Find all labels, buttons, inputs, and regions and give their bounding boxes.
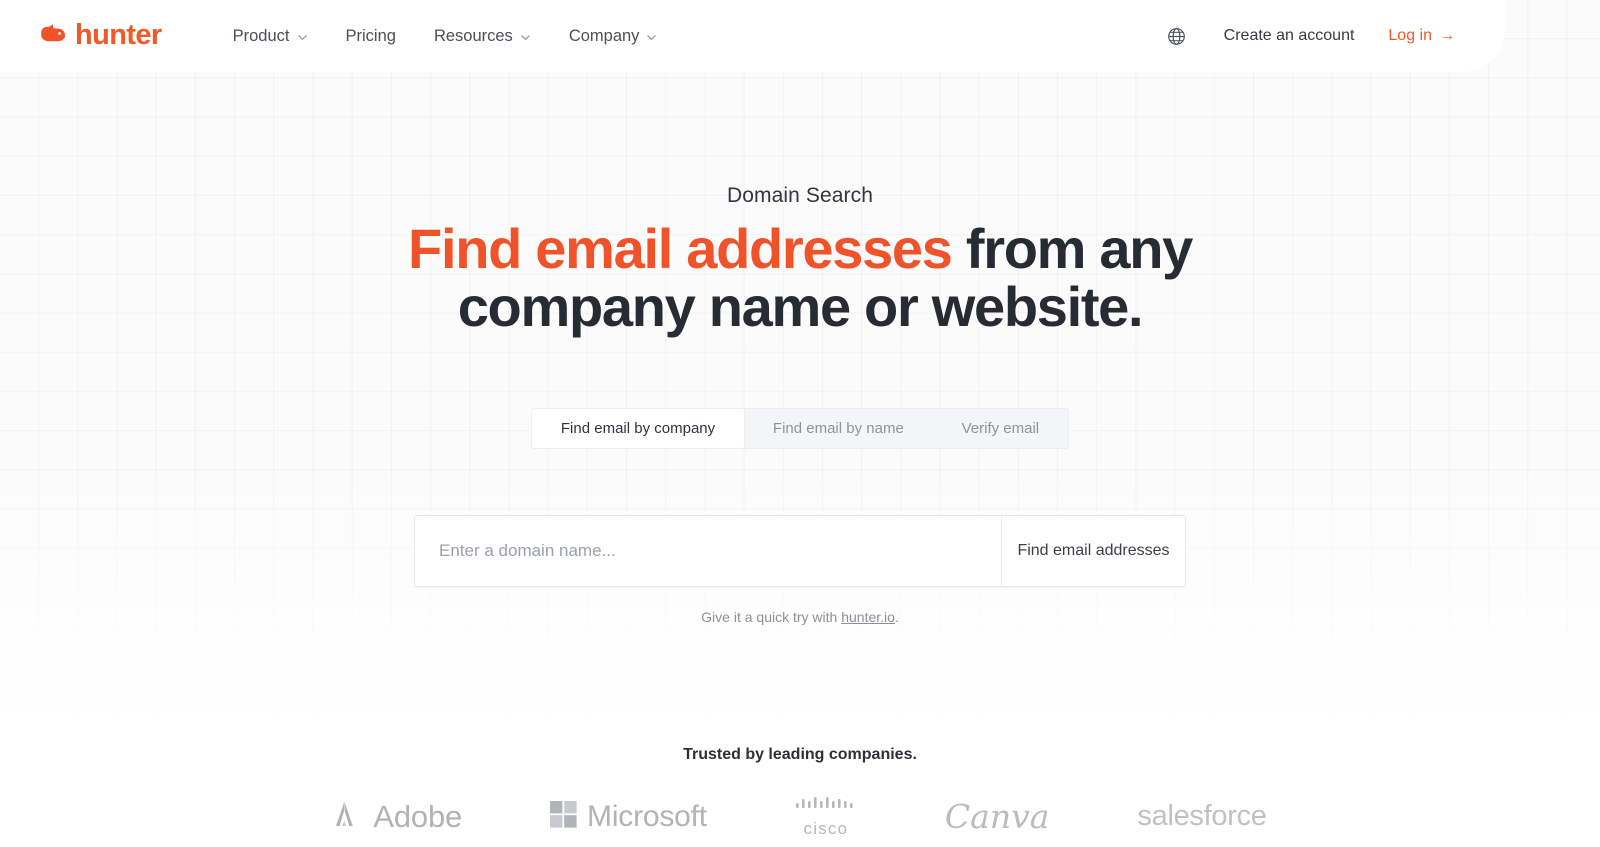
hound-head-icon (40, 23, 66, 50)
chevron-down-icon (297, 32, 308, 43)
nav-item-product[interactable]: Product (214, 19, 327, 54)
globe-icon[interactable] (1160, 19, 1194, 53)
cisco-logo-icon (795, 796, 857, 816)
search-hint-suffix: . (894, 609, 899, 626)
domain-search-input[interactable] (415, 516, 1001, 587)
chevron-down-icon (646, 32, 657, 43)
brand-adobe: Adobe (333, 800, 462, 833)
nav-item-label: Pricing (345, 26, 396, 45)
site-header: hunter Product Pricing Resources Company (0, 0, 1505, 72)
adobe-wordmark: Adobe (373, 799, 463, 834)
nav-item-label: Product (232, 26, 290, 45)
nav-item-label: Company (568, 26, 640, 45)
microsoft-wordmark: Microsoft (587, 799, 707, 833)
canva-logo-icon: Canva (944, 797, 1050, 836)
page-title-highlight: Find email addresses (408, 217, 953, 280)
cisco-wordmark: cisco (803, 819, 849, 838)
nav-item-pricing[interactable]: Pricing (327, 19, 415, 54)
brand-cisco: cisco (795, 796, 857, 837)
nav-item-resources[interactable]: Resources (415, 19, 550, 54)
adobe-logo-icon (333, 800, 363, 833)
search-mode-tabs: Find email by company Find email by name… (531, 408, 1069, 450)
main-content: Domain Search Find email addresses from … (0, 72, 1600, 847)
trusted-by-section: Trusted by leading companies. Adobe Micr… (0, 746, 1600, 847)
primary-nav: Product Pricing Resources Company (214, 19, 677, 54)
trusted-logo-row: Adobe Microsoft cisco Canva salesforce (333, 796, 1267, 847)
brand-microsoft: Microsoft (550, 799, 707, 833)
login-label: Log in (1388, 27, 1432, 44)
hunter-logo[interactable]: hunter (40, 18, 162, 52)
create-account-link[interactable]: Create an account (1208, 19, 1371, 53)
logo-wordmark: hunter (75, 18, 162, 51)
tab-verify-email[interactable]: Verify email (933, 409, 1068, 448)
page-eyebrow: Domain Search (726, 184, 874, 207)
page-title: Find email addresses from any company na… (320, 217, 1280, 336)
nav-item-company[interactable]: Company (550, 19, 677, 54)
tab-find-email-by-name[interactable]: Find email by name (744, 409, 933, 448)
login-link[interactable]: Log in → (1370, 19, 1467, 53)
find-email-addresses-button[interactable]: Find email addresses (1001, 516, 1185, 587)
salesforce-logo-icon: salesforce (1137, 800, 1267, 832)
brand-salesforce: salesforce (1137, 802, 1266, 831)
search-hint-prefix: Give it a quick try with (701, 609, 842, 626)
nav-item-label: Resources (433, 26, 513, 45)
tab-find-email-by-company[interactable]: Find email by company (532, 409, 745, 449)
search-hint: Give it a quick try with hunter.io. (701, 609, 899, 625)
microsoft-logo-icon (550, 800, 577, 833)
domain-search-form: Find email addresses (414, 515, 1186, 588)
arrow-right-icon: → (1439, 27, 1455, 44)
brand-canva: Canva (945, 800, 1050, 833)
chevron-down-icon (520, 32, 531, 43)
trusted-by-title: Trusted by leading companies. (683, 746, 917, 763)
hunter-io-link[interactable]: hunter.io (841, 609, 895, 625)
header-actions: Create an account Log in → (1160, 19, 1505, 53)
